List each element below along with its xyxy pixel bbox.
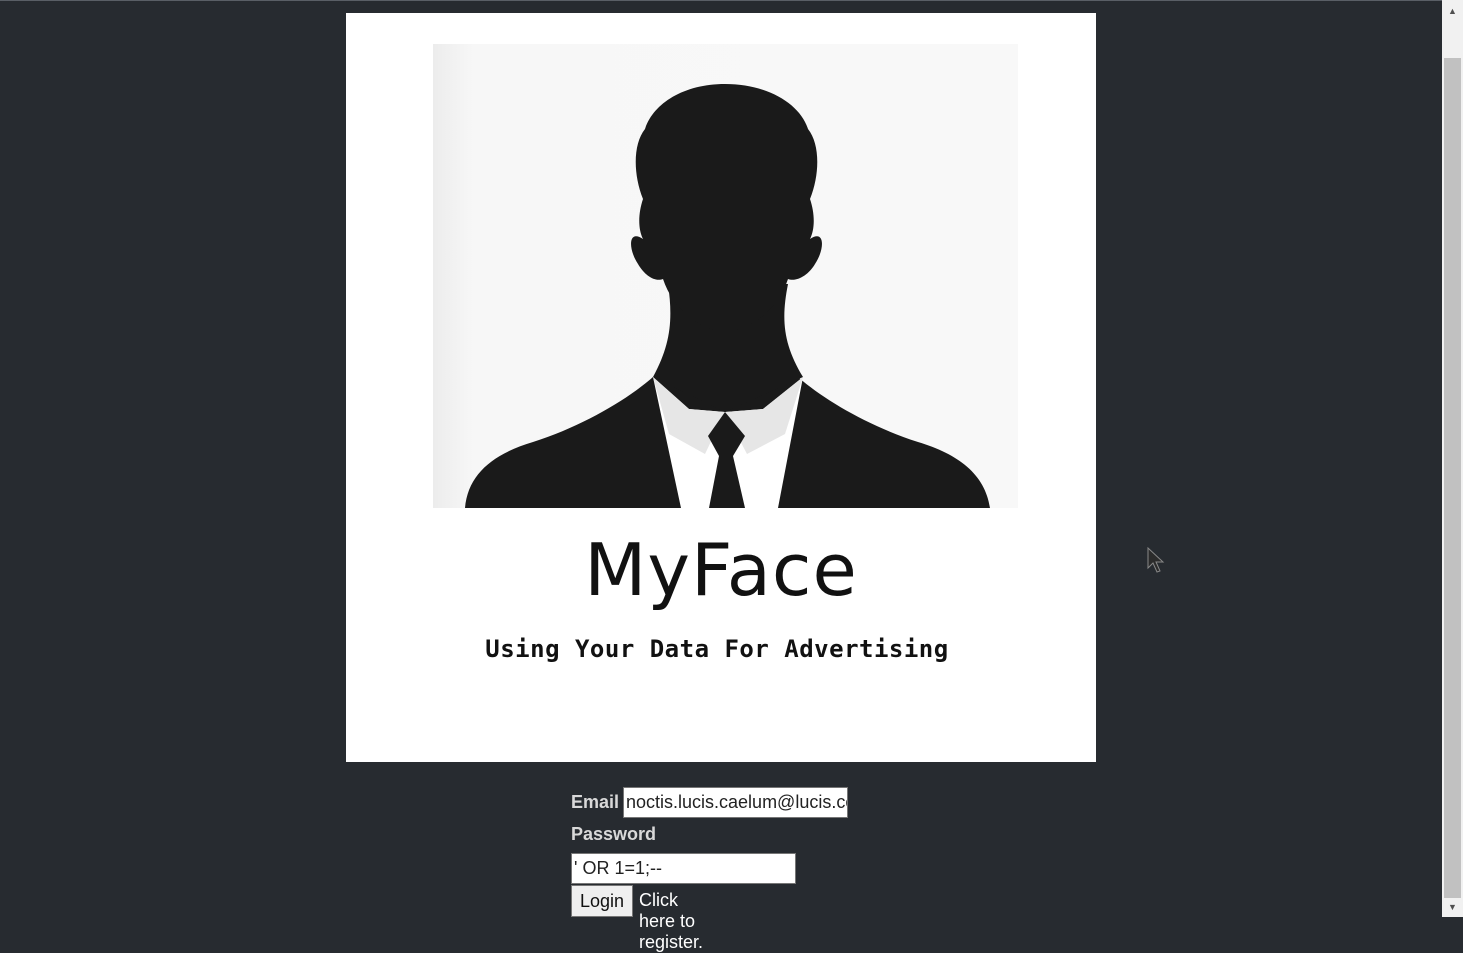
brand-tagline: Using Your Data For Advertising <box>485 635 949 663</box>
scroll-down-arrow-icon[interactable]: ▼ <box>1442 896 1463 917</box>
email-label: Email <box>571 792 620 812</box>
scroll-up-arrow-icon[interactable]: ▲ <box>1442 0 1463 21</box>
register-link[interactable]: Click here to register. <box>639 890 703 953</box>
brand-title: MyFace <box>584 528 858 612</box>
scroll-thumb[interactable] <box>1444 58 1461 898</box>
person-silhouette-icon <box>433 44 1018 508</box>
password-label: Password <box>571 824 657 844</box>
vertical-scrollbar[interactable]: ▲ ▼ <box>1442 0 1463 917</box>
email-input[interactable]: noctis.lucis.caelum@lucis.co <box>623 787 848 818</box>
password-input[interactable]: ' OR 1=1;-- <box>571 853 796 884</box>
top-border <box>0 0 1442 1</box>
logo-card: MyFace Using Your Data For Advertising <box>346 13 1096 762</box>
login-button[interactable]: Login <box>571 885 633 917</box>
mouse-cursor-icon <box>1147 546 1165 580</box>
